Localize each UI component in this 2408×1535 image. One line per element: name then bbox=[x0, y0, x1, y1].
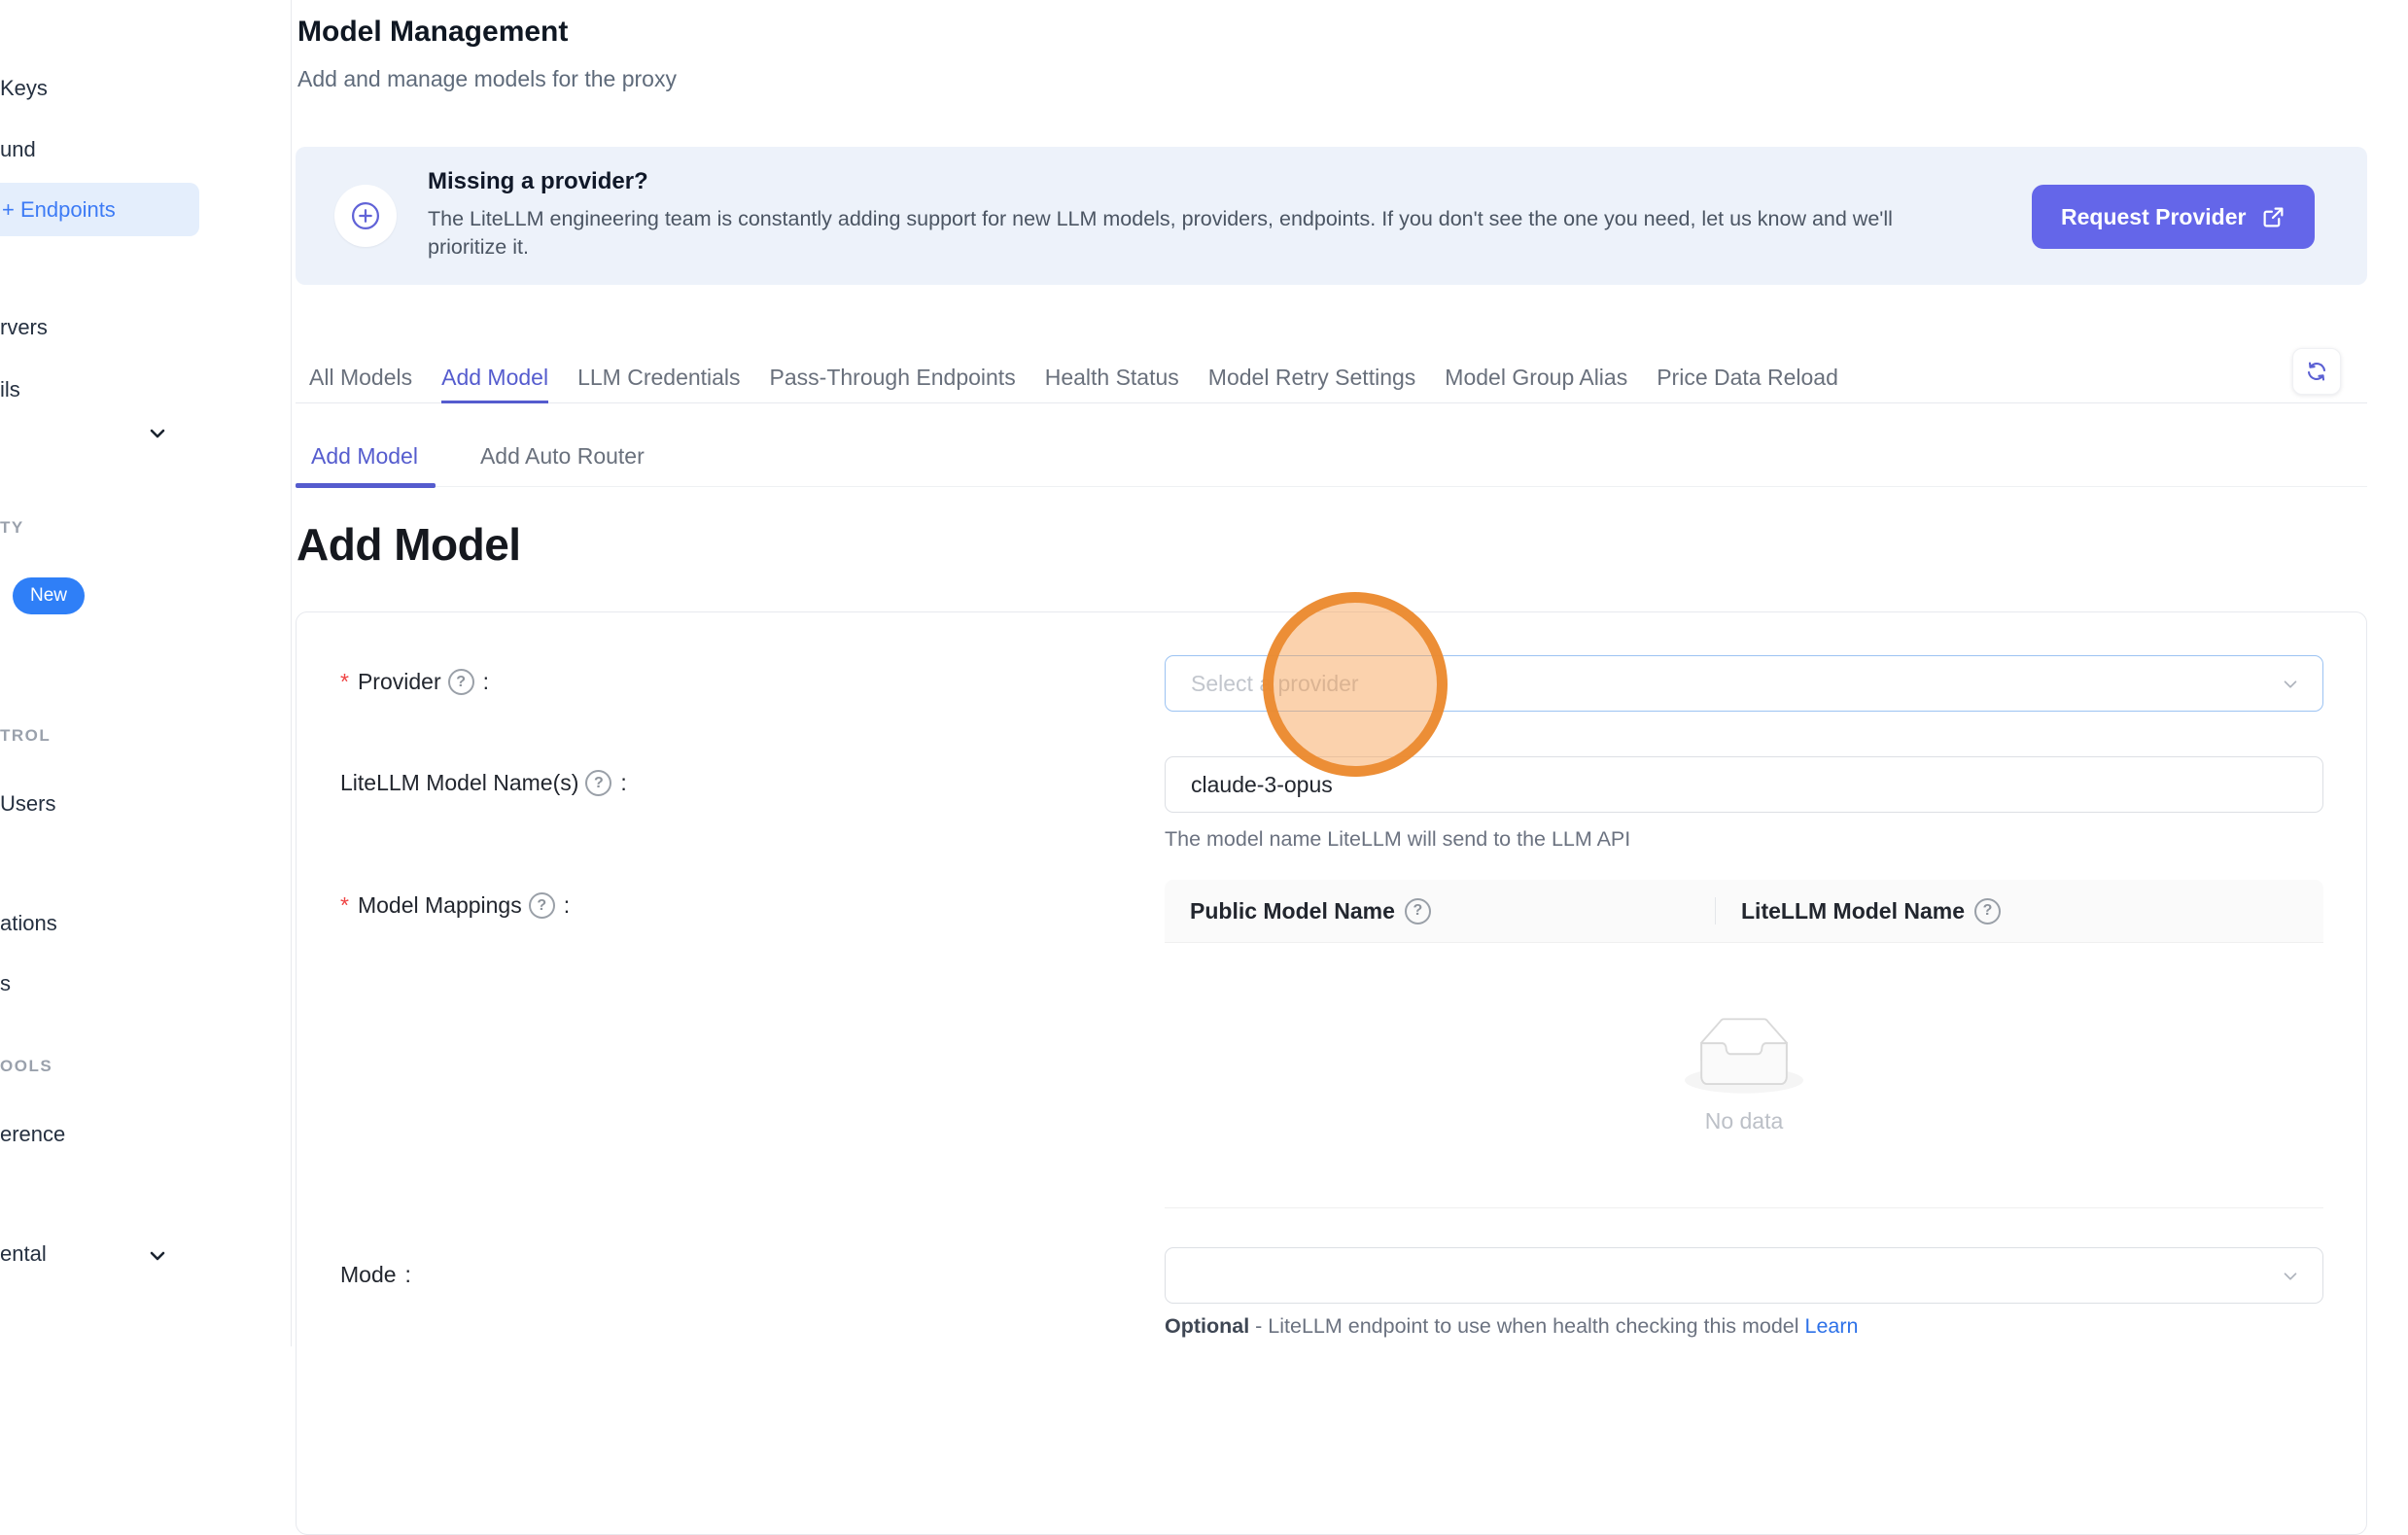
sidebar-item-playground[interactable]: und bbox=[0, 137, 36, 162]
mode-label: Mode : bbox=[340, 1262, 411, 1288]
label-colon: : bbox=[405, 1262, 411, 1288]
label-colon: : bbox=[483, 669, 489, 695]
page-subtitle: Add and manage models for the proxy bbox=[297, 66, 677, 92]
sidebar-item-models-endpoints[interactable]: + Endpoints bbox=[0, 183, 199, 236]
tab-price-data-reload[interactable]: Price Data Reload bbox=[1657, 352, 1838, 403]
sidebar-item-servers[interactable]: rvers bbox=[0, 315, 48, 340]
question-circle-icon[interactable]: ? bbox=[1405, 898, 1431, 924]
label-colon: : bbox=[564, 892, 570, 919]
plus-circle-icon bbox=[334, 185, 397, 247]
mode-select[interactable] bbox=[1165, 1247, 2323, 1304]
tab-add-model[interactable]: Add Model bbox=[441, 352, 548, 403]
provider-placeholder: Select a provider bbox=[1191, 671, 1359, 697]
sidebar-section-label: TY bbox=[0, 518, 24, 538]
sidebar-item-reference[interactable]: erence bbox=[0, 1122, 65, 1147]
column-header-public-model-name: Public Model Name ? bbox=[1165, 898, 1715, 924]
question-circle-icon[interactable]: ? bbox=[585, 770, 611, 796]
subtab-add-model[interactable]: Add Model bbox=[311, 432, 418, 486]
sidebar-item-organizations[interactable]: ations bbox=[0, 911, 57, 936]
request-provider-button[interactable]: Request Provider bbox=[2032, 185, 2315, 249]
question-circle-icon[interactable]: ? bbox=[529, 892, 555, 919]
label-colon: : bbox=[620, 770, 626, 796]
sidebar-item-experimental[interactable]: ental bbox=[0, 1241, 47, 1267]
sidebar-item-keys[interactable]: Keys bbox=[0, 76, 48, 101]
chevron-down-icon[interactable] bbox=[146, 1244, 169, 1268]
mode-label-text: Mode bbox=[340, 1262, 397, 1288]
request-provider-label: Request Provider bbox=[2061, 204, 2246, 230]
provider-select[interactable]: Select a provider bbox=[1165, 655, 2323, 712]
sidebar: Keys und + Endpoints rvers ils TY New TR… bbox=[0, 0, 292, 1346]
tab-model-group-alias[interactable]: Model Group Alias bbox=[1445, 352, 1627, 403]
sidebar-item-label: + Endpoints bbox=[2, 197, 116, 223]
subtab-active-underline bbox=[296, 483, 436, 488]
mode-help-text: - LiteLLM endpoint to use when health ch… bbox=[1255, 1314, 1798, 1338]
no-data-text: No data bbox=[1705, 1108, 1784, 1134]
provider-banner: Missing a provider? The LiteLLM engineer… bbox=[296, 147, 2367, 285]
model-name-help: The model name LiteLLM will send to the … bbox=[1165, 827, 1630, 852]
subtab-add-auto-router[interactable]: Add Auto Router bbox=[480, 432, 645, 486]
tab-all-models[interactable]: All Models bbox=[309, 352, 412, 403]
required-asterisk: * bbox=[340, 669, 349, 695]
model-name-input[interactable] bbox=[1165, 756, 2323, 813]
banner-body: The LiteLLM engineering team is constant… bbox=[428, 205, 1944, 261]
sidebar-section-label: TROL bbox=[0, 726, 51, 746]
banner-title: Missing a provider? bbox=[428, 168, 648, 195]
model-tabs: All Models Add Model LLM Credentials Pas… bbox=[296, 352, 2367, 403]
sidebar-item-users[interactable]: Users bbox=[0, 791, 55, 817]
tab-model-retry-settings[interactable]: Model Retry Settings bbox=[1208, 352, 1415, 403]
provider-label: * Provider ? : bbox=[340, 669, 489, 695]
question-circle-icon[interactable]: ? bbox=[448, 669, 474, 695]
model-mappings-table: Public Model Name ? LiteLLM Model Name ?… bbox=[1165, 880, 2323, 1208]
empty-inbox-icon bbox=[1685, 1017, 1803, 1099]
refresh-icon bbox=[2305, 360, 2328, 383]
tab-llm-credentials[interactable]: LLM Credentials bbox=[577, 352, 740, 403]
add-model-subtabs: Add Model Add Auto Router bbox=[296, 432, 2367, 487]
required-asterisk: * bbox=[340, 892, 349, 919]
chevron-down-icon[interactable] bbox=[146, 422, 169, 445]
table-empty-state: No data bbox=[1165, 943, 2323, 1208]
mappings-label-text: Model Mappings bbox=[358, 892, 522, 919]
mode-help: Optional - LiteLLM endpoint to use when … bbox=[1165, 1314, 1859, 1339]
column-header-litellm-model-name: LiteLLM Model Name ? bbox=[1716, 898, 2001, 924]
refresh-button[interactable] bbox=[2292, 348, 2341, 395]
column-header-label: Public Model Name bbox=[1190, 898, 1395, 924]
add-model-heading: Add Model bbox=[297, 518, 521, 571]
new-badge[interactable]: New bbox=[13, 577, 85, 614]
question-circle-icon[interactable]: ? bbox=[1974, 898, 2001, 924]
provider-label-text: Provider bbox=[358, 669, 441, 695]
page-title: Model Management bbox=[297, 16, 568, 49]
model-name-label: LiteLLM Model Name(s) ? : bbox=[340, 770, 627, 796]
chevron-down-icon bbox=[2280, 1266, 2301, 1292]
tab-pass-through-endpoints[interactable]: Pass-Through Endpoints bbox=[770, 352, 1016, 403]
sidebar-section-label: OOLS bbox=[0, 1057, 52, 1076]
sidebar-item-logs[interactable]: ils bbox=[0, 377, 20, 402]
column-header-label: LiteLLM Model Name bbox=[1741, 898, 1965, 924]
chevron-down-icon bbox=[2280, 674, 2301, 700]
table-header-row: Public Model Name ? LiteLLM Model Name ? bbox=[1165, 880, 2323, 943]
mappings-label: * Model Mappings ? : bbox=[340, 892, 570, 919]
mode-help-prefix: Optional bbox=[1165, 1314, 1249, 1338]
sidebar-item-teams[interactable]: s bbox=[0, 971, 11, 996]
learn-link[interactable]: Learn bbox=[1805, 1314, 1859, 1338]
model-name-label-text: LiteLLM Model Name(s) bbox=[340, 770, 578, 796]
tab-health-status[interactable]: Health Status bbox=[1045, 352, 1179, 403]
external-link-icon bbox=[2261, 205, 2286, 229]
